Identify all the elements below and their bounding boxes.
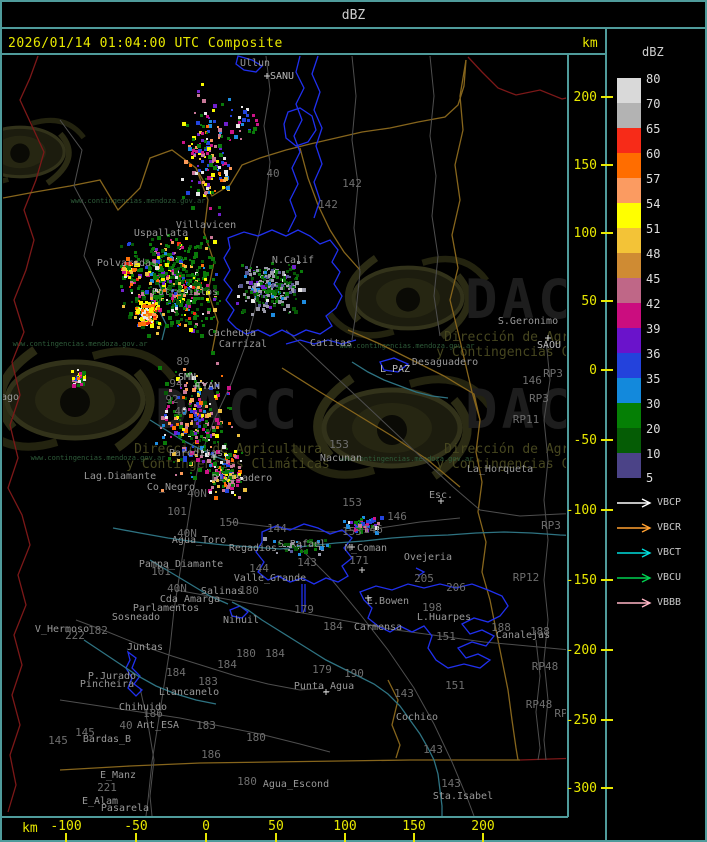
scale-tick-label: 20: [646, 422, 661, 436]
radar-app-window: { "title_bar": { "title": "dBZ" }, "head…: [0, 0, 707, 842]
vector-label: VBCP: [657, 497, 682, 508]
scale-tick-label: 70: [646, 97, 661, 111]
scale-tick-label: 39: [646, 322, 661, 336]
scale-tick-label: 42: [646, 297, 661, 311]
bottom-axis-unit: km: [22, 821, 38, 836]
vector-label: VBCU: [657, 572, 682, 583]
outer-frame: [0, 0, 707, 842]
scale-block-35: [617, 378, 641, 403]
title-bar: dBZ: [0, 0, 707, 29]
timestamp-label: 2026/01/14 01:04:00 UTC Composite: [8, 36, 283, 51]
scale-block-45: [617, 278, 641, 303]
scale-block-39: [617, 328, 641, 353]
scale-tick-label: 51: [646, 222, 661, 236]
page-title: dBZ: [341, 8, 366, 23]
scale-tick-label: 65: [646, 122, 661, 136]
scale-tick-label: 10: [646, 447, 661, 461]
scale-block-42: [617, 303, 641, 328]
vector-label: VBCR: [657, 522, 682, 533]
scale-tick-label: 45: [646, 272, 661, 286]
scale-tick-label: 5: [646, 471, 654, 485]
scale-tick-label: 60: [646, 147, 661, 161]
map-bottom-border: [0, 816, 568, 818]
scale-block-70: [617, 103, 641, 128]
scale-tick-label: 35: [646, 372, 661, 386]
scale-tick-label: 54: [646, 197, 661, 211]
map-right-border: [567, 53, 569, 817]
scale-block-57: [617, 178, 641, 203]
scale-block-10: [617, 453, 641, 478]
scale-tick-label: 80: [646, 72, 661, 86]
panel-divider: [605, 29, 607, 842]
scale-block-54: [617, 203, 641, 228]
scale-tick-label: 36: [646, 347, 661, 361]
scale-tick-label: 30: [646, 397, 661, 411]
vector-label: VBCT: [657, 547, 682, 558]
scale-block-30: [617, 403, 641, 428]
vector-label: VBBB: [657, 597, 682, 608]
right-axis-unit: km: [582, 36, 598, 51]
scale-tick-label: 48: [646, 247, 661, 261]
scale-tick-label: 57: [646, 172, 661, 186]
scale-block-80: [617, 78, 641, 103]
scale-block-51: [617, 228, 641, 253]
scale-title: dBZ: [642, 45, 664, 59]
scale-block-65: [617, 128, 641, 153]
scale-block-36: [617, 353, 641, 378]
header-divider: [0, 53, 606, 55]
scale-block-60: [617, 153, 641, 178]
scale-block-48: [617, 253, 641, 278]
scale-block-20: [617, 428, 641, 453]
